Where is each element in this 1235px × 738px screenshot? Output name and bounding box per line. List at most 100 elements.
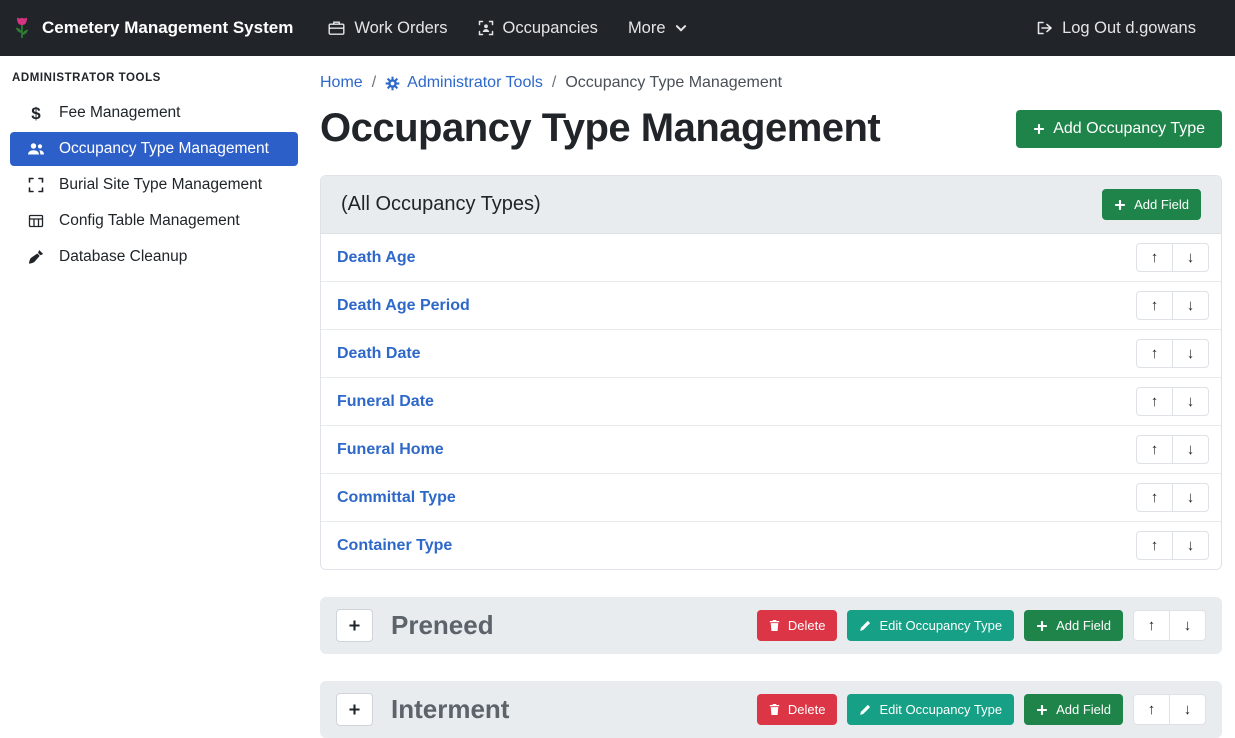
- pencil-icon: [859, 704, 871, 716]
- reorder-group: ↑ ↓: [1136, 291, 1209, 320]
- section-actions: Delete Edit Occupancy Type Add Field ↑ ↓: [757, 610, 1206, 641]
- move-up-button[interactable]: ↑: [1133, 610, 1170, 641]
- field-link[interactable]: Container Type: [337, 537, 452, 555]
- nav-right: Log Out d.gowans: [1021, 11, 1211, 46]
- field-link[interactable]: Funeral Home: [337, 441, 444, 459]
- plus-icon: [1114, 199, 1126, 211]
- delete-button[interactable]: Delete: [757, 610, 838, 641]
- arrow-up-icon: ↑: [1151, 346, 1159, 361]
- plus-icon: [1036, 704, 1048, 716]
- plus-icon: [1036, 620, 1048, 632]
- reorder-group: ↑ ↓: [1136, 387, 1209, 416]
- page-title: Occupancy Type Management: [320, 106, 880, 151]
- breadcrumb-current: Occupancy Type Management: [565, 74, 782, 92]
- section-preneed: Preneed Delete Edit Occupancy Type Add F…: [320, 597, 1222, 654]
- arrow-down-icon: ↓: [1184, 618, 1192, 633]
- logout-link[interactable]: Log Out d.gowans: [1021, 11, 1211, 46]
- arrow-up-icon: ↑: [1151, 490, 1159, 505]
- expand-button[interactable]: [336, 693, 373, 726]
- breadcrumb-home-link[interactable]: Home: [320, 74, 363, 92]
- move-down-button[interactable]: ↓: [1172, 339, 1209, 368]
- breadcrumb-admin-tools-link[interactable]: Administrator Tools: [385, 74, 543, 92]
- sidebar-item-fee-management[interactable]: $ Fee Management: [10, 96, 298, 130]
- sidebar-item-occupancy-type-management[interactable]: Occupancy Type Management: [10, 132, 298, 166]
- section-title: Interment: [391, 694, 509, 725]
- field-row: Death Age ↑ ↓: [321, 234, 1221, 281]
- nav-occupancies[interactable]: Occupancies: [463, 11, 613, 46]
- bounding-box-icon: [26, 177, 46, 193]
- sidebar-item-config-table-management[interactable]: Config Table Management: [10, 204, 298, 238]
- field-link[interactable]: Death Age: [337, 249, 416, 267]
- reorder-group: ↑ ↓: [1136, 483, 1209, 512]
- arrow-up-icon: ↑: [1151, 442, 1159, 457]
- field-row: Funeral Date ↑ ↓: [321, 377, 1221, 425]
- arrow-up-icon: ↑: [1148, 618, 1156, 633]
- work-orders-icon: [328, 20, 345, 36]
- field-row: Container Type ↑ ↓: [321, 521, 1221, 569]
- move-up-button[interactable]: ↑: [1133, 694, 1170, 725]
- edit-occupancy-type-button[interactable]: Edit Occupancy Type: [847, 610, 1014, 641]
- breadcrumb-separator: /: [372, 74, 376, 92]
- expand-button[interactable]: [336, 609, 373, 642]
- delete-button[interactable]: Delete: [757, 694, 838, 725]
- move-up-button[interactable]: ↑: [1136, 531, 1173, 560]
- arrow-up-icon: ↑: [1151, 394, 1159, 409]
- arrow-up-icon: ↑: [1148, 702, 1156, 717]
- edit-occupancy-type-button[interactable]: Edit Occupancy Type: [847, 694, 1014, 725]
- move-up-button[interactable]: ↑: [1136, 243, 1173, 272]
- arrow-down-icon: ↓: [1187, 490, 1195, 505]
- move-down-button[interactable]: ↓: [1172, 291, 1209, 320]
- field-link[interactable]: Death Date: [337, 345, 421, 363]
- nav-more[interactable]: More: [613, 11, 702, 46]
- field-row: Death Date ↑ ↓: [321, 329, 1221, 377]
- breadcrumb: Home / Administrator Tools / Occupancy T…: [320, 74, 1222, 92]
- chevron-down-icon: [675, 22, 687, 34]
- move-up-button[interactable]: ↑: [1136, 483, 1173, 512]
- move-down-button[interactable]: ↓: [1172, 243, 1209, 272]
- move-up-button[interactable]: ↑: [1136, 387, 1173, 416]
- nav-work-orders[interactable]: Work Orders: [313, 11, 462, 46]
- move-down-button[interactable]: ↓: [1172, 483, 1209, 512]
- app-root: Cemetery Management System Work Orders O…: [0, 0, 1235, 738]
- flower-logo-icon: [12, 16, 32, 40]
- brand[interactable]: Cemetery Management System: [12, 16, 293, 40]
- field-link[interactable]: Funeral Date: [337, 393, 434, 411]
- table-icon: [26, 213, 46, 229]
- move-down-button[interactable]: ↓: [1172, 435, 1209, 464]
- sidebar-items: $ Fee Management Occupancy Type Manageme…: [0, 96, 308, 274]
- reorder-group: ↑ ↓: [1133, 610, 1206, 641]
- sidebar-item-database-cleanup[interactable]: Database Cleanup: [10, 240, 298, 274]
- move-down-button[interactable]: ↓: [1169, 694, 1206, 725]
- move-up-button[interactable]: ↑: [1136, 291, 1173, 320]
- reorder-group: ↑ ↓: [1136, 339, 1209, 368]
- sidebar-item-burial-site-type-management[interactable]: Burial Site Type Management: [10, 168, 298, 202]
- occupancies-icon: [478, 20, 494, 36]
- move-down-button[interactable]: ↓: [1172, 387, 1209, 416]
- sidebar-header: ADMINISTRATOR TOOLS: [0, 60, 308, 96]
- reorder-group: ↑ ↓: [1136, 435, 1209, 464]
- move-up-button[interactable]: ↑: [1136, 435, 1173, 464]
- arrow-up-icon: ↑: [1151, 298, 1159, 313]
- add-occupancy-type-button[interactable]: Add Occupancy Type: [1016, 110, 1222, 148]
- field-row: Death Age Period ↑ ↓: [321, 281, 1221, 329]
- arrow-down-icon: ↓: [1187, 250, 1195, 265]
- logout-icon: [1036, 20, 1053, 36]
- move-down-button[interactable]: ↓: [1169, 610, 1206, 641]
- arrow-down-icon: ↓: [1184, 702, 1192, 717]
- users-icon: [26, 141, 46, 157]
- field-link[interactable]: Committal Type: [337, 489, 456, 507]
- field-link[interactable]: Death Age Period: [337, 297, 470, 315]
- add-field-button[interactable]: Add Field: [1024, 694, 1123, 725]
- move-down-button[interactable]: ↓: [1172, 531, 1209, 560]
- brand-title: Cemetery Management System: [42, 18, 293, 38]
- expand-plus-icon: [348, 703, 361, 716]
- trash-icon: [769, 619, 780, 632]
- gear-icon: [385, 76, 400, 91]
- move-up-button[interactable]: ↑: [1136, 339, 1173, 368]
- reorder-group: ↑ ↓: [1136, 243, 1209, 272]
- expand-plus-icon: [348, 619, 361, 632]
- card-title: (All Occupancy Types): [341, 193, 541, 216]
- add-field-button[interactable]: Add Field: [1024, 610, 1123, 641]
- add-field-button[interactable]: Add Field: [1102, 189, 1201, 220]
- breadcrumb-separator: /: [552, 74, 556, 92]
